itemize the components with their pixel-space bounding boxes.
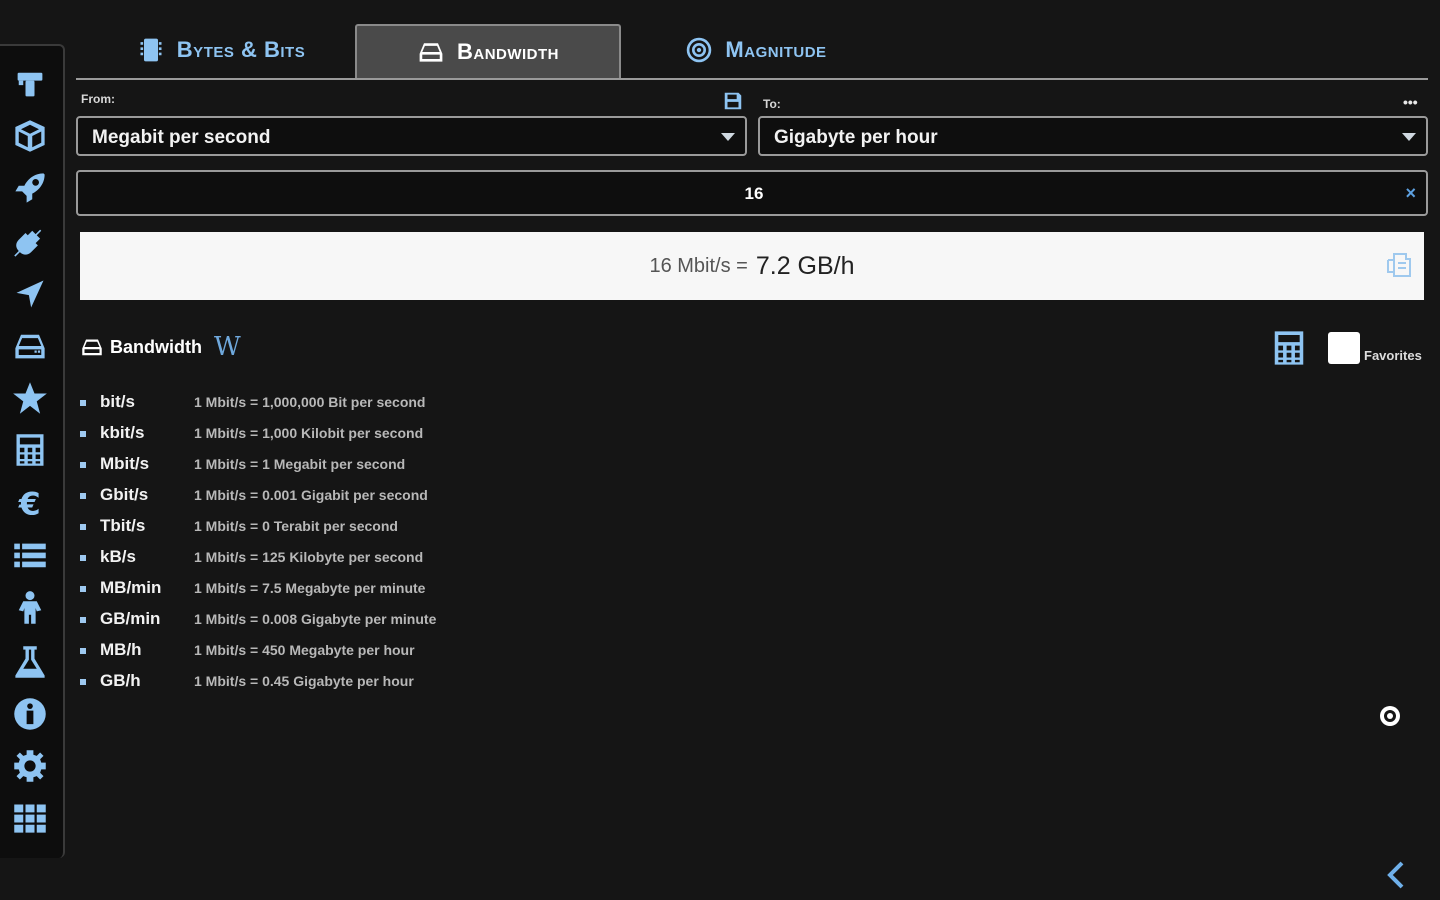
sidebar-item-data[interactable] bbox=[10, 326, 50, 366]
calculator-icon bbox=[16, 434, 44, 466]
section-header: Bandwidth W bbox=[80, 332, 241, 362]
gear-icon bbox=[14, 750, 46, 782]
help-icon[interactable] bbox=[1378, 704, 1402, 728]
unit-symbol: MB/h bbox=[100, 640, 142, 659]
unit-description: 1 Mbit/s = 1 Megabit per second bbox=[194, 456, 406, 472]
person-icon bbox=[18, 591, 42, 624]
tab-label: Bandwidth bbox=[456, 39, 560, 64]
tab-magnitude[interactable]: Magnitude bbox=[666, 24, 846, 76]
from-unit-select[interactable]: Megabit per second bbox=[76, 116, 747, 156]
value-input-wrapper: × bbox=[76, 170, 1430, 216]
result-panel: 16 Mbit/s = 7.2 GB/h bbox=[80, 232, 1424, 300]
drive-icon bbox=[419, 43, 443, 62]
clear-icon[interactable]: × bbox=[1405, 183, 1416, 204]
unit-description: 1 Mbit/s = 7.5 Megabyte per minute bbox=[194, 580, 426, 596]
sidebar-item-favorites[interactable] bbox=[10, 378, 50, 418]
unit-symbol: GB/h bbox=[100, 671, 141, 690]
sidebar-item-navigation[interactable] bbox=[10, 274, 50, 314]
unit-symbol: kbit/s bbox=[100, 423, 145, 442]
list-icon bbox=[14, 543, 46, 568]
unit-description: 1 Mbit/s = 0 Terabit per second bbox=[194, 518, 398, 534]
unit-symbol: GB/min bbox=[100, 609, 161, 628]
chevron-down-icon bbox=[1402, 133, 1416, 141]
star-icon bbox=[13, 382, 47, 414]
bullet bbox=[80, 462, 86, 468]
unit-symbol: MB/min bbox=[100, 578, 162, 597]
to-unit-select[interactable]: Gigabyte per hour bbox=[758, 116, 1428, 156]
from-label: From: bbox=[81, 92, 115, 106]
sidebar-item-speed[interactable] bbox=[10, 168, 50, 208]
sidebar-item-length[interactable] bbox=[10, 64, 50, 104]
bullet bbox=[80, 586, 86, 592]
bullet bbox=[80, 679, 86, 685]
favorites-checkbox[interactable] bbox=[1328, 332, 1360, 364]
sidebar-item-list[interactable] bbox=[10, 536, 50, 576]
svg-text:€: € bbox=[18, 486, 41, 520]
target-icon bbox=[687, 37, 712, 63]
tab-bytes-bits[interactable]: Bytes & Bits bbox=[116, 24, 326, 76]
sidebar-item-power[interactable] bbox=[10, 222, 50, 262]
bullet bbox=[80, 400, 86, 406]
unit-description: 1 Mbit/s = 0.008 Gigabyte per minute bbox=[194, 611, 437, 627]
sidebar-item-settings[interactable] bbox=[10, 746, 50, 786]
to-unit-value: Gigabyte per hour bbox=[774, 127, 938, 148]
bullet bbox=[80, 431, 86, 437]
sidebar-item-apps[interactable] bbox=[10, 798, 50, 838]
unit-description: 1 Mbit/s = 0.45 Gigabyte per hour bbox=[194, 673, 414, 689]
grid-icon bbox=[14, 804, 46, 833]
info-icon bbox=[14, 698, 46, 730]
sidebar-item-science[interactable] bbox=[10, 642, 50, 682]
flask-icon bbox=[15, 646, 45, 678]
sidebar-item-calculator[interactable] bbox=[10, 430, 50, 470]
sidebar-item-volume[interactable] bbox=[10, 116, 50, 156]
favorites-label: Favorites bbox=[1364, 348, 1422, 363]
calculator-icon[interactable] bbox=[1270, 329, 1308, 367]
wikipedia-link[interactable]: W bbox=[214, 332, 241, 362]
sidebar-item-info[interactable] bbox=[10, 694, 50, 734]
bullet bbox=[80, 617, 86, 623]
drive-icon bbox=[15, 334, 45, 359]
unit-symbol: kB/s bbox=[100, 547, 136, 566]
ruler-icon bbox=[17, 72, 43, 97]
unit-symbol: Gbit/s bbox=[100, 485, 149, 504]
chevron-left-icon[interactable] bbox=[1384, 860, 1408, 890]
plug-icon bbox=[14, 226, 42, 257]
chevron-down-icon bbox=[721, 133, 735, 141]
value-input[interactable] bbox=[78, 172, 1430, 216]
tab-bandwidth[interactable]: Bandwidth bbox=[355, 24, 621, 78]
copy-icon[interactable] bbox=[1384, 250, 1414, 280]
from-unit-value: Megabit per second bbox=[92, 127, 271, 148]
sidebar: € bbox=[0, 44, 65, 858]
unit-symbol: Mbit/s bbox=[100, 454, 150, 473]
result-source: 16 Mbit/s = bbox=[649, 254, 748, 277]
location-arrow-icon bbox=[16, 280, 44, 308]
chip-icon bbox=[140, 38, 162, 62]
unit-description: 1 Mbit/s = 0.001 Gigabit per second bbox=[194, 487, 428, 503]
bullet bbox=[80, 493, 86, 499]
more-options-icon[interactable]: ••• bbox=[1403, 94, 1418, 110]
sidebar-item-body[interactable] bbox=[10, 588, 50, 628]
unit-description: 1 Mbit/s = 450 Megabyte per hour bbox=[194, 642, 415, 658]
unit-description: 1 Mbit/s = 1,000 Kilobit per second bbox=[194, 425, 424, 441]
unit-description: 1 Mbit/s = 1,000,000 Bit per second bbox=[194, 394, 426, 410]
result-value: 7.2 GB/h bbox=[755, 251, 855, 280]
drive-icon bbox=[82, 339, 102, 356]
bullet bbox=[80, 524, 86, 530]
euro-icon: € bbox=[18, 486, 41, 520]
unit-symbol: bit/s bbox=[100, 392, 135, 411]
to-label: To: bbox=[763, 97, 781, 111]
unit-description: 1 Mbit/s = 125 Kilobyte per second bbox=[194, 549, 424, 565]
unit-symbol: Tbit/s bbox=[100, 516, 146, 535]
tab-label: Bytes & Bits bbox=[176, 37, 306, 62]
category-tabs: Bytes & Bits Bandwidth Magnitude bbox=[76, 24, 1428, 80]
tab-label: Magnitude bbox=[725, 37, 827, 62]
sidebar-item-currency[interactable]: € bbox=[10, 482, 50, 522]
section-title: Bandwidth bbox=[110, 336, 202, 357]
bullet bbox=[80, 555, 86, 561]
cube-icon bbox=[15, 120, 45, 152]
bullet bbox=[80, 648, 86, 654]
save-icon[interactable] bbox=[722, 90, 744, 112]
rocket-icon bbox=[15, 173, 45, 203]
